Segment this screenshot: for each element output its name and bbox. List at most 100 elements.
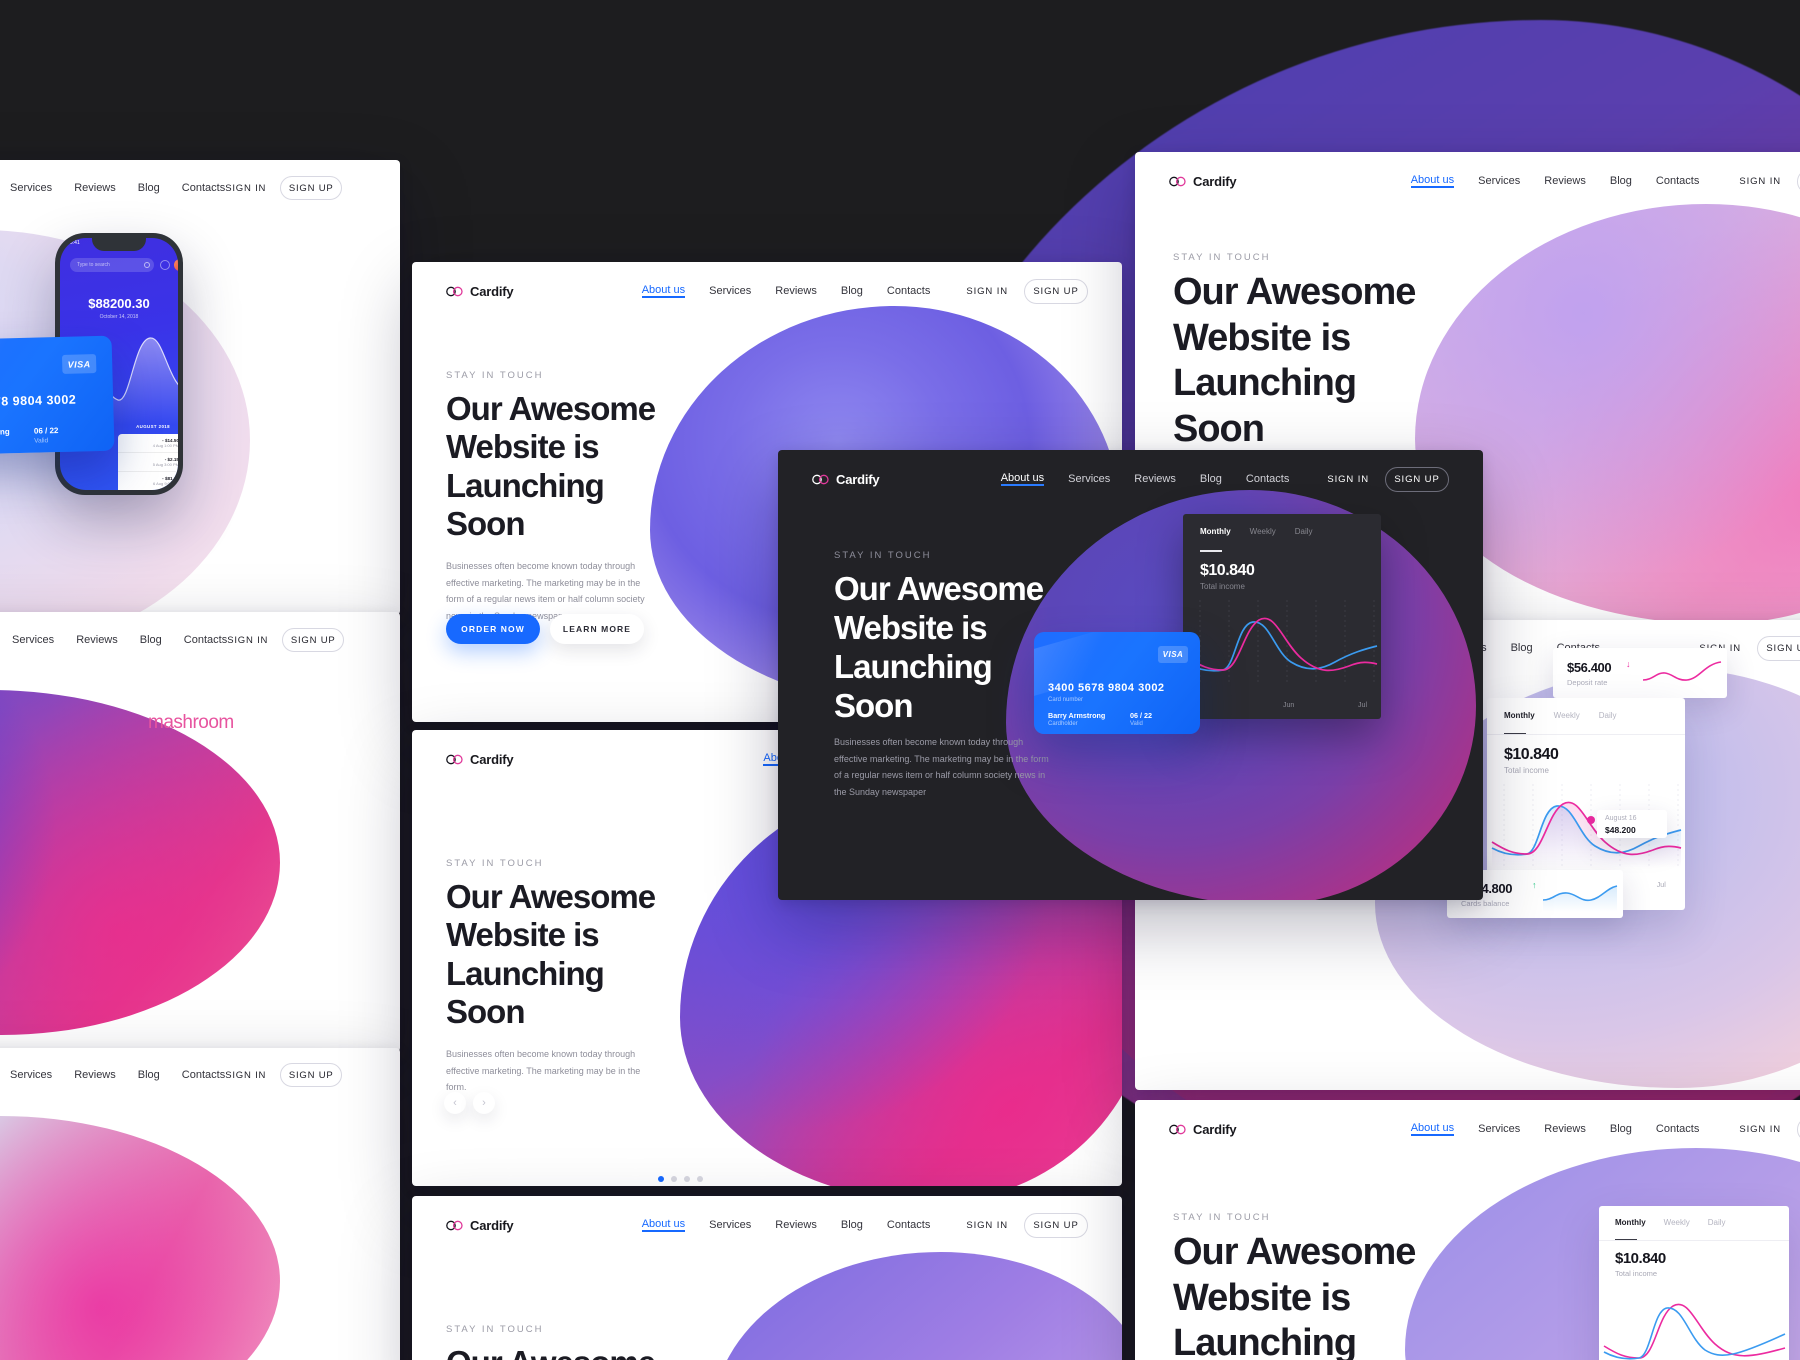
nav-link-blog[interactable]: Blog [1610,175,1632,187]
nav-link-contacts[interactable]: Contacts [1656,1123,1699,1135]
tab-weekly[interactable]: Weekly [1664,1218,1690,1227]
nav-link-reviews[interactable]: Reviews [74,182,116,194]
nav-link-contacts[interactable]: Contacts [182,182,225,194]
nav-link-about-us[interactable]: About us [1000,472,1045,486]
preview-card-phone[interactable]: Services Reviews Blog Contacts SIGN IN S… [0,160,400,615]
preview-card-bottom-right[interactable]: Cardify About us Services Reviews Blog C… [1135,1100,1800,1360]
tab-daily[interactable]: Daily [1708,1218,1726,1227]
nav-link-services[interactable]: Services [1478,1123,1520,1135]
navbar: Cardify About us Services Reviews Blog C… [778,450,1483,508]
axis-tick: Jun [1283,702,1295,709]
carousel-next-button[interactable]: › [473,1092,495,1114]
nav-link-services[interactable]: Services [1478,175,1520,187]
nav-link-contacts[interactable]: Contacts [887,285,930,297]
phone-transaction-row[interactable]: - $2.15 5 Aug 3:00 PM [118,453,178,472]
sign-up-button[interactable]: SIGN UP [1024,1212,1088,1238]
nav-link-reviews[interactable]: Reviews [1544,1123,1586,1135]
nav-link-services[interactable]: Services [10,182,52,194]
sign-up-button[interactable]: SIGN UP [1385,466,1449,492]
preview-card-dark-focus[interactable]: Cardify About us Services Reviews Blog C… [778,450,1483,900]
phone-avatar[interactable] [174,259,178,271]
nav-link-reviews[interactable]: Reviews [1134,473,1176,485]
nav-link-services[interactable]: Services [709,1219,751,1231]
nav-link-contacts[interactable]: Contacts [1246,473,1289,485]
income-chart-widget-small[interactable]: Monthly Weekly Daily $10.840 Total incom… [1599,1206,1789,1360]
nav-links: About us Services Reviews Blog Contacts [1410,174,1699,188]
nav-link-services[interactable]: Services [12,634,54,646]
meeting-photo [0,690,280,1035]
carousel-dot[interactable] [697,1176,703,1182]
sign-in-button[interactable]: SIGN IN [966,1220,1008,1231]
brand-logo[interactable]: Cardify [446,752,514,767]
preview-card-city[interactable]: Services Reviews Blog Contacts SIGN IN S… [0,1048,400,1360]
brand-logo[interactable]: Cardify [446,284,514,299]
nav-link-reviews[interactable]: Reviews [76,634,118,646]
carousel-dot[interactable] [684,1176,690,1182]
sign-in-button[interactable]: SIGN IN [227,635,268,646]
nav-link-reviews[interactable]: Reviews [1544,175,1586,187]
tab-monthly[interactable]: Monthly [1504,711,1535,720]
income-chart-widget-dark[interactable]: Monthly Weekly Daily $10.840 Total incom… [1183,514,1381,719]
brand-logo[interactable]: Cardify [1169,1122,1237,1137]
tab-monthly[interactable]: Monthly [1200,527,1231,536]
sign-in-button[interactable]: SIGN IN [966,286,1008,297]
nav-link-blog[interactable]: Blog [1200,473,1222,485]
sign-in-button[interactable]: SIGN IN [225,1070,266,1081]
sign-up-button[interactable]: SIGN UP [1757,635,1800,661]
nav-link-blog[interactable]: Blog [140,634,162,646]
learn-more-button[interactable]: LEARN MORE [550,614,644,644]
nav-link-about-us[interactable]: About us [641,284,686,298]
nav-link-blog[interactable]: Blog [841,285,863,297]
sign-in-button[interactable]: SIGN IN [1327,474,1369,485]
navbar: Services Reviews Blog Contacts SIGN IN S… [0,612,400,668]
sign-in-button[interactable]: SIGN IN [225,183,266,194]
tab-daily[interactable]: Daily [1295,527,1313,536]
nav-link-about-us[interactable]: About us [1410,174,1455,188]
sign-up-button[interactable]: SIGN UP [280,176,343,200]
nav-link-services[interactable]: Services [10,1069,52,1081]
brand-logo[interactable]: Cardify [1169,174,1237,189]
phone-transaction-row[interactable]: - $14.50 4 Aug 1:00 PM [118,434,178,453]
nav-link-contacts[interactable]: Contacts [887,1219,930,1231]
nav-link-contacts[interactable]: Contacts [184,634,227,646]
deposit-rate-value: $56.400 [1567,660,1612,675]
sign-up-button[interactable]: SIGN UP [1024,278,1088,304]
nav-link-about-us[interactable]: About us [641,1218,686,1232]
nav-link-blog[interactable]: Blog [1511,642,1533,654]
sign-up-button[interactable]: SIGN UP [282,628,345,652]
nav-links: About us Services Reviews Blog Contacts [1000,472,1289,486]
tab-weekly[interactable]: Weekly [1250,527,1276,536]
nav-link-services[interactable]: Services [1068,473,1110,485]
preview-card-meeting[interactable]: Services Reviews Blog Contacts SIGN IN S… [0,612,400,1052]
preview-card-center-bottom[interactable]: Cardify About us Services Reviews Blog C… [412,1196,1122,1360]
order-now-button[interactable]: ORDER NOW [446,614,540,644]
nav-link-blog[interactable]: Blog [138,1069,160,1081]
nav-link-reviews[interactable]: Reviews [775,285,817,297]
phone-transaction-list[interactable]: - $14.50 4 Aug 1:00 PM - $2.15 5 Aug 3:0… [118,434,178,490]
tab-weekly[interactable]: Weekly [1554,711,1580,720]
phone-transaction-row[interactable]: - $81.20 6 Aug 9:00 AM [118,472,178,490]
nav-link-reviews[interactable]: Reviews [74,1069,116,1081]
sign-up-button[interactable]: SIGN UP [280,1063,343,1087]
brand-logo[interactable]: Cardify [812,472,880,487]
brand-name: Cardify [470,1217,514,1233]
brand-logo[interactable]: Cardify [446,1217,514,1233]
nav-link-reviews[interactable]: Reviews [775,1219,817,1231]
sign-in-button[interactable]: SIGN IN [1739,176,1781,187]
phone-month-tag: AUGUST 2018 [136,424,170,429]
nav-link-blog[interactable]: Blog [138,182,160,194]
nav-link-contacts[interactable]: Contacts [1656,175,1699,187]
phone-notification-icon[interactable] [160,260,170,270]
carousel-dot-active[interactable] [658,1176,664,1182]
nav-link-services[interactable]: Services [709,285,751,297]
tab-daily[interactable]: Daily [1599,711,1617,720]
carousel-dot[interactable] [671,1176,677,1182]
nav-link-contacts[interactable]: Contacts [182,1069,225,1081]
nav-link-blog[interactable]: Blog [1610,1123,1632,1135]
nav-link-about-us[interactable]: About us [1410,1122,1455,1136]
tab-monthly[interactable]: Monthly [1615,1218,1646,1227]
nav-link-blog[interactable]: Blog [841,1219,863,1231]
phone-search-icon[interactable] [144,262,150,268]
carousel-prev-button[interactable]: ‹ [444,1092,466,1114]
sign-in-button[interactable]: SIGN IN [1739,1124,1781,1135]
